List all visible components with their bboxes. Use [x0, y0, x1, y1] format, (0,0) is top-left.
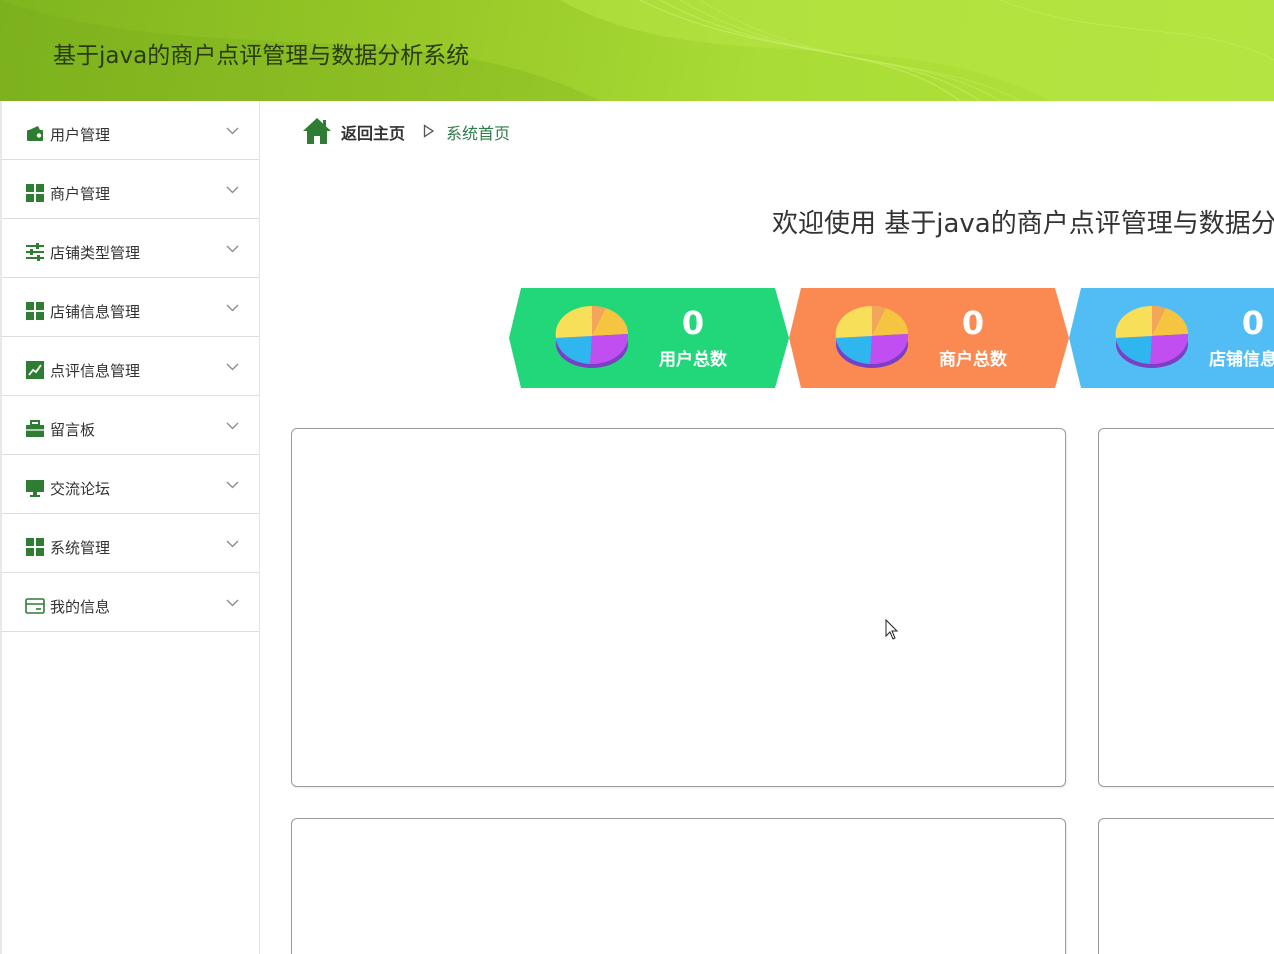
sidebar-item-user-management[interactable]: 用户管理 — [2, 101, 259, 160]
sidebar-item-message-board[interactable]: 留言板 — [2, 396, 259, 455]
chart-panel — [291, 818, 1066, 954]
sidebar-item-merchant-management[interactable]: 商户管理 — [2, 160, 259, 219]
chevron-down-icon — [226, 599, 239, 607]
breadcrumb-current: 系统首页 — [446, 124, 511, 143]
sidebar-item-label: 系统管理 — [50, 539, 111, 557]
sidebar-item-my-info[interactable]: 我的信息 — [2, 573, 259, 632]
sidebar-item-shop-info-management[interactable]: 店铺信息管理 — [2, 278, 259, 337]
chevron-down-icon — [226, 304, 239, 312]
sliders-icon — [26, 243, 44, 261]
grid-icon — [26, 184, 44, 202]
sidebar-item-label: 店铺信息管理 — [50, 303, 141, 321]
chevron-down-icon — [226, 186, 239, 194]
sidebar-item-shop-type-management[interactable]: 店铺类型管理 — [2, 219, 259, 278]
mouse-cursor-icon — [885, 619, 899, 640]
sidebar-item-label: 商户管理 — [50, 185, 111, 203]
stat-label: 用户总数 — [659, 350, 727, 370]
stat-label: 店铺信息总数 — [1209, 350, 1274, 370]
app-header: 基于java的商户点评管理与数据分析系统 — [0, 0, 1274, 101]
pie-chart-icon — [1115, 305, 1189, 368]
sidebar-item-label: 留言板 — [50, 421, 96, 439]
chevron-down-icon — [226, 127, 239, 135]
home-icon[interactable] — [302, 117, 332, 145]
grid-icon — [26, 302, 44, 320]
chart-panel — [291, 428, 1066, 787]
stat-value: 0 — [961, 304, 985, 342]
sidebar-item-system-management[interactable]: 系统管理 — [2, 514, 259, 573]
sidebar-item-label: 交流论坛 — [50, 480, 111, 498]
sidebar-item-label: 点评信息管理 — [50, 362, 141, 380]
breadcrumb-home-link[interactable]: 返回主页 — [341, 120, 405, 144]
chevron-down-icon — [226, 245, 239, 253]
app-title: 基于java的商户点评管理与数据分析系统 — [53, 43, 470, 69]
breadcrumb-separator — [423, 123, 435, 142]
stat-value: 0 — [1241, 304, 1265, 342]
chevron-down-icon — [226, 422, 239, 430]
stat-label: 商户总数 — [939, 350, 1007, 370]
welcome-heading: 欢迎使用 基于java的商户点评管理与数据分析系统 — [772, 209, 1274, 239]
chevron-down-icon — [226, 363, 239, 371]
sidebar: 用户管理 商户管理 店铺类型管理 店铺信息管理 点评信息管理 留言板 交流论坛 … — [0, 101, 260, 954]
stat-card-merchants[interactable]: 0 商户总数 — [789, 288, 1069, 388]
grid-icon — [26, 538, 44, 556]
chevron-down-icon — [226, 540, 239, 548]
chart-panel — [1098, 428, 1274, 787]
stat-value: 0 — [681, 304, 705, 342]
sidebar-item-label: 我的信息 — [50, 598, 111, 616]
monitor-icon — [26, 480, 44, 497]
sidebar-item-review-management[interactable]: 点评信息管理 — [2, 337, 259, 396]
pie-chart-icon — [555, 305, 629, 368]
chevron-down-icon — [226, 481, 239, 489]
briefcase-icon — [26, 420, 44, 437]
sidebar-item-label: 用户管理 — [50, 126, 111, 144]
chart-line-icon — [26, 361, 44, 379]
triangle-right-icon — [423, 124, 435, 138]
card-icon — [25, 598, 45, 614]
sidebar-item-label: 店铺类型管理 — [50, 244, 141, 262]
sidebar-item-forum[interactable]: 交流论坛 — [2, 455, 259, 514]
chart-panel — [1098, 818, 1274, 954]
pie-chart-icon — [835, 305, 909, 368]
wallet-icon — [27, 126, 43, 141]
stat-card-users[interactable]: 0 用户总数 — [509, 288, 789, 388]
stat-card-shops[interactable]: 0 店铺信息总数 — [1069, 288, 1274, 388]
